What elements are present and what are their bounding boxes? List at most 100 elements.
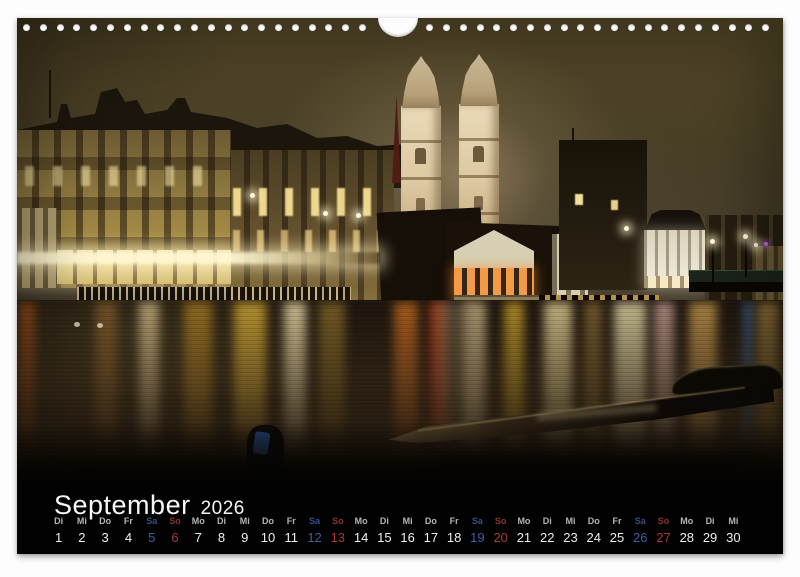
binding-hole bbox=[342, 24, 349, 31]
day-of-week-label: Mi bbox=[559, 516, 582, 526]
day-of-week-label: Di bbox=[698, 516, 721, 526]
day-number: 16 bbox=[396, 530, 419, 545]
day-number: 19 bbox=[466, 530, 489, 545]
day-number: 17 bbox=[419, 530, 442, 545]
binding-hole bbox=[695, 24, 702, 31]
day-of-week-label: Sa bbox=[303, 516, 326, 526]
binding-hole bbox=[678, 24, 685, 31]
binding-hole bbox=[729, 24, 736, 31]
calendar-day-cell: Fr4 bbox=[117, 516, 140, 545]
day-number: 13 bbox=[326, 530, 349, 545]
day-of-week-label: Mo bbox=[675, 516, 698, 526]
binding-hole bbox=[275, 24, 282, 31]
binding-hole bbox=[107, 24, 114, 31]
binding-hole bbox=[124, 24, 131, 31]
day-of-week-label: Mo bbox=[349, 516, 372, 526]
calendar-day-cell: Fr 11 bbox=[280, 516, 303, 545]
calendar-day-cell: Mi 16 bbox=[396, 516, 419, 545]
binding-hole bbox=[477, 24, 484, 31]
calendar-day-cell: Fr18 bbox=[443, 516, 466, 545]
calendar-day-cell: Di8 bbox=[210, 516, 233, 545]
binding-hole bbox=[325, 24, 332, 31]
binding-hole bbox=[258, 24, 265, 31]
day-of-week-label: So bbox=[163, 516, 186, 526]
calendar-day-cell: Do24 bbox=[582, 516, 605, 545]
day-number: 25 bbox=[605, 530, 628, 545]
day-number: 6 bbox=[163, 530, 186, 545]
binding-hole bbox=[661, 24, 668, 31]
binding-hole bbox=[460, 24, 467, 31]
binding-hole bbox=[544, 24, 551, 31]
binding-hole bbox=[292, 24, 299, 31]
binding-hole bbox=[762, 24, 769, 31]
binding-hole bbox=[359, 24, 366, 31]
calendar-day-cell: Mo28 bbox=[675, 516, 698, 545]
day-of-week-label: So bbox=[489, 516, 512, 526]
binding-hole bbox=[577, 24, 584, 31]
day-of-week-label: Fr bbox=[280, 516, 303, 526]
calendar-page: September 2026 Di1Mi2Do3Fr4Sa5So6Mo7Di8M… bbox=[17, 18, 783, 554]
day-of-week-label: Di bbox=[210, 516, 233, 526]
calendar-day-cell: Di 22 bbox=[536, 516, 559, 545]
binding-hole bbox=[527, 24, 534, 31]
day-of-week-label: Mo bbox=[187, 516, 210, 526]
calendar-day-cell: Do 3 bbox=[94, 516, 117, 545]
binding-hole bbox=[40, 24, 47, 31]
calendar-day-cell: Di 29 bbox=[698, 516, 721, 545]
calendar-day-cell: So 6 bbox=[163, 516, 186, 545]
calendar-day-cell: Sa26 bbox=[629, 516, 652, 545]
binding-hole bbox=[712, 24, 719, 31]
day-number: 15 bbox=[373, 530, 396, 545]
day-number: 27 bbox=[652, 530, 675, 545]
day-number: 21 bbox=[512, 530, 535, 545]
day-number: 3 bbox=[94, 530, 117, 545]
day-of-week-label: Mi bbox=[70, 516, 93, 526]
calendar-strip: September 2026 Di1Mi2Do3Fr4Sa5So6Mo7Di8M… bbox=[17, 480, 783, 554]
day-of-week-label: Sa bbox=[629, 516, 652, 526]
day-of-week-label: Mi bbox=[396, 516, 419, 526]
day-of-week-label: So bbox=[326, 516, 349, 526]
binding-hole bbox=[309, 24, 316, 31]
calendar-day-cell: Mi9 bbox=[233, 516, 256, 545]
calendar-day-cell: Sa5 bbox=[140, 516, 163, 545]
calendar-day-cell: Do10 bbox=[256, 516, 279, 545]
binding-hole bbox=[208, 24, 215, 31]
binding-hole bbox=[157, 24, 164, 31]
day-number: 30 bbox=[722, 530, 745, 545]
day-of-week-label: Do bbox=[256, 516, 279, 526]
day-of-week-label: Do bbox=[94, 516, 117, 526]
binding-hole bbox=[443, 24, 450, 31]
binding-hole bbox=[493, 24, 500, 31]
binding-hole bbox=[141, 24, 148, 31]
calendar-day-cell: Sa 19 bbox=[466, 516, 489, 545]
day-of-week-label: Sa bbox=[466, 516, 489, 526]
calendar-day-cell: Fr 25 bbox=[605, 516, 628, 545]
calendar-day-cell: Mi30 bbox=[722, 516, 745, 545]
day-number: 22 bbox=[536, 530, 559, 545]
binding-hole bbox=[23, 24, 30, 31]
day-number: 5 bbox=[140, 530, 163, 545]
day-number: 24 bbox=[582, 530, 605, 545]
day-number: 18 bbox=[443, 530, 466, 545]
calendar-day-cell: Do17 bbox=[419, 516, 442, 545]
calendar-day-cell: Mi 2 bbox=[70, 516, 93, 545]
binding-hole bbox=[645, 24, 652, 31]
day-number: 29 bbox=[698, 530, 721, 545]
day-of-week-label: Di bbox=[536, 516, 559, 526]
day-number: 11 bbox=[280, 530, 303, 545]
day-number: 1 bbox=[47, 530, 70, 545]
calendar-day-cell: Mi23 bbox=[559, 516, 582, 545]
photo-zurich-night bbox=[17, 18, 783, 480]
binding-hole bbox=[510, 24, 517, 31]
day-number: 9 bbox=[233, 530, 256, 545]
wall-background: September 2026 Di1Mi2Do3Fr4Sa5So6Mo7Di8M… bbox=[0, 0, 800, 577]
day-of-week-label: Mo bbox=[512, 516, 535, 526]
day-of-week-label: Di bbox=[373, 516, 396, 526]
binding-hole bbox=[611, 24, 618, 31]
day-number: 7 bbox=[187, 530, 210, 545]
day-of-week-label: Fr bbox=[605, 516, 628, 526]
calendar-day-cell: So20 bbox=[489, 516, 512, 545]
day-of-week-label: Fr bbox=[117, 516, 140, 526]
calendar-day-cell: Di 15 bbox=[373, 516, 396, 545]
day-number: 2 bbox=[70, 530, 93, 545]
